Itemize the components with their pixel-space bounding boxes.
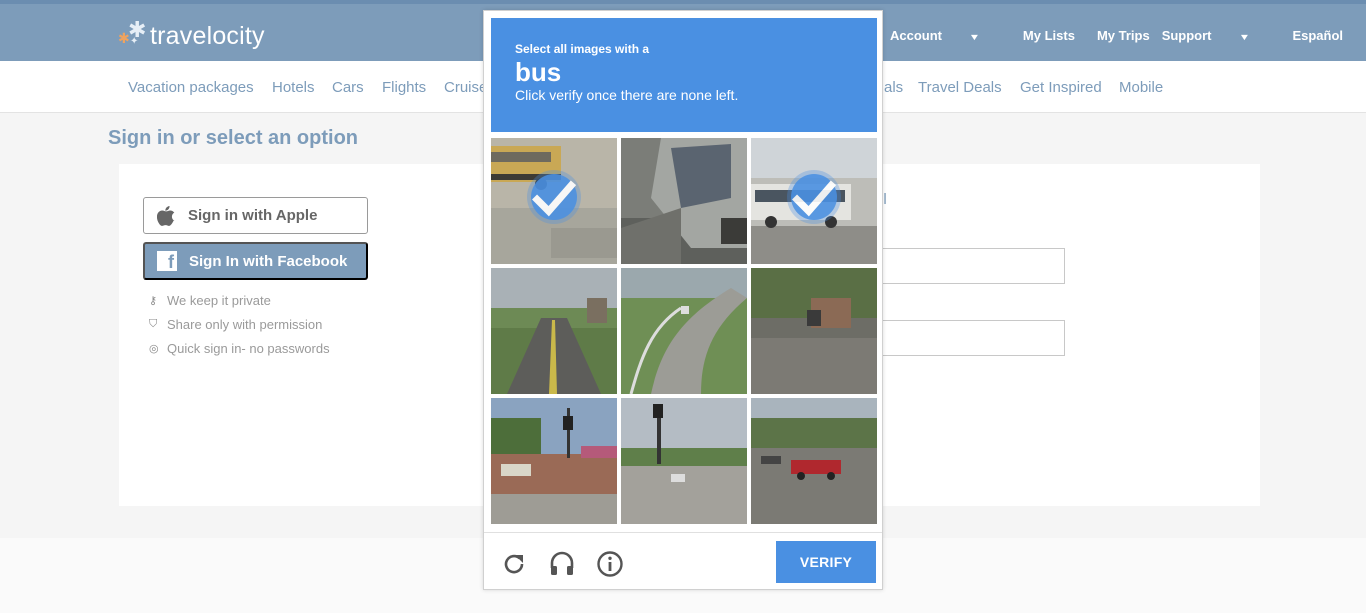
nav-my-lists[interactable]: My Lists bbox=[1023, 28, 1075, 43]
perk-quick-label: Quick sign in- no passwords bbox=[167, 341, 330, 356]
captcha-tile-1[interactable] bbox=[491, 138, 617, 264]
travelocity-logo[interactable]: ✱ ✱ ✦ travelocity bbox=[118, 18, 265, 51]
shield-icon: ⛉ bbox=[149, 318, 158, 330]
audio-icon[interactable] bbox=[547, 549, 577, 579]
captcha-instruction: Select all images with a bbox=[515, 42, 650, 56]
captcha-grid bbox=[491, 138, 877, 524]
sign-in-facebook-label: Sign In with Facebook bbox=[189, 252, 348, 270]
verify-button[interactable]: VERIFY bbox=[776, 541, 876, 583]
key-icon: ⚷ bbox=[149, 295, 158, 307]
captcha-dialog: Select all images with a bus Click verif… bbox=[483, 10, 883, 590]
logo-star-icon: ✱ ✱ ✦ bbox=[118, 16, 147, 47]
password-input[interactable] bbox=[878, 320, 1065, 356]
check-icon bbox=[791, 174, 837, 220]
perk-private-label: We keep it private bbox=[167, 293, 271, 308]
captcha-sub-instruction: Click verify once there are none left. bbox=[515, 87, 739, 103]
subnav-deals[interactable]: als bbox=[884, 79, 903, 96]
nav-support-label: Support bbox=[1161, 28, 1212, 43]
captcha-tile-5[interactable] bbox=[621, 268, 747, 394]
facebook-icon: f bbox=[145, 251, 189, 271]
captcha-header: Select all images with a bus Click verif… bbox=[491, 18, 877, 132]
info-icon[interactable] bbox=[595, 549, 625, 579]
subnav-vacation-packages[interactable]: Vacation packages bbox=[128, 79, 254, 96]
subnav-cars[interactable]: Cars bbox=[332, 79, 364, 96]
chevron-down-icon: ▼ bbox=[1238, 32, 1250, 42]
nav-account[interactable]: Account ▼ bbox=[890, 28, 1001, 43]
sign-in-apple-button[interactable]: Sign in with Apple bbox=[143, 197, 368, 234]
captcha-tile-3[interactable] bbox=[751, 138, 877, 264]
captcha-tile-9[interactable] bbox=[751, 398, 877, 524]
subnav-get-inspired[interactable]: Get Inspired bbox=[1020, 79, 1102, 96]
captcha-target: bus bbox=[515, 57, 562, 87]
perk-private: ⚷ We keep it private bbox=[149, 293, 271, 308]
subnav-flights[interactable]: Flights bbox=[382, 79, 426, 96]
perk-permission: ⛉ Share only with permission bbox=[149, 317, 322, 332]
apple-icon bbox=[144, 205, 188, 226]
captcha-tile-6[interactable] bbox=[751, 268, 877, 394]
captcha-tile-8[interactable] bbox=[621, 398, 747, 524]
captcha-tile-7[interactable] bbox=[491, 398, 617, 524]
captcha-tile-2[interactable] bbox=[621, 138, 747, 264]
fingerprint-icon: ◎ bbox=[149, 343, 159, 355]
top-nav: Account ▼ My Lists My Trips Support ▼ Espa… bbox=[890, 28, 1365, 43]
check-icon bbox=[531, 174, 577, 220]
sign-in-apple-label: Sign in with Apple bbox=[188, 207, 318, 224]
perk-quick-sign-in: ◎ Quick sign in- no passwords bbox=[149, 341, 330, 356]
sign-in-facebook-button[interactable]: f Sign In with Facebook bbox=[143, 242, 368, 280]
perk-permission-label: Share only with permission bbox=[167, 317, 323, 332]
nav-my-trips[interactable]: My Trips bbox=[1097, 28, 1150, 43]
captcha-tile-4[interactable] bbox=[491, 268, 617, 394]
nav-support[interactable]: Support ▼ bbox=[1162, 28, 1271, 43]
logo-text: travelocity bbox=[150, 22, 265, 50]
nav-account-label: Account bbox=[890, 28, 942, 43]
subnav-hotels[interactable]: Hotels bbox=[272, 79, 315, 96]
subnav-travel-deals[interactable]: Travel Deals bbox=[918, 79, 1002, 96]
page-title: Sign in or select an option bbox=[108, 127, 359, 149]
captcha-divider bbox=[484, 532, 882, 533]
email-input[interactable] bbox=[878, 248, 1065, 284]
nav-espanol[interactable]: Español bbox=[1292, 28, 1343, 43]
subnav-mobile[interactable]: Mobile bbox=[1119, 79, 1163, 96]
chevron-down-icon: ▼ bbox=[968, 32, 981, 42]
refresh-icon[interactable] bbox=[499, 549, 529, 579]
